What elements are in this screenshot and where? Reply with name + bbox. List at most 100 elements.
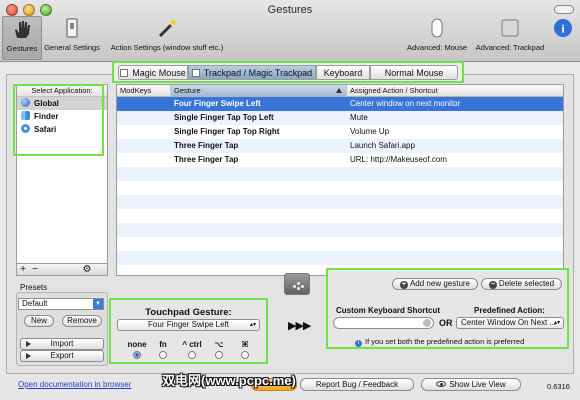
export-label: Export xyxy=(50,351,74,360)
empty-row xyxy=(117,167,563,181)
cell-action: Launch Safari.app xyxy=(350,141,415,150)
tab-keyboard[interactable]: Keyboard xyxy=(316,65,370,80)
toolbar-trackpad-label: Advanced: Trackpad xyxy=(475,43,545,52)
modifier-ctrl[interactable]: ^ ctrl xyxy=(175,340,209,359)
gear-icon[interactable]: ⚙ xyxy=(81,264,93,275)
column-header-action[interactable]: Assigned Action / Shortcut xyxy=(347,85,563,97)
toolbar-gestures-label: Gestures xyxy=(6,44,38,53)
table-row[interactable]: Four Finger Swipe Left Center window on … xyxy=(117,97,563,111)
tab-trackpad[interactable]: Trackpad / Magic Trackpad xyxy=(188,65,316,80)
presets-title: Presets xyxy=(20,283,48,292)
modifier-option[interactable]: ⌥ xyxy=(207,340,231,359)
toolbar-general-label: General Settings xyxy=(44,43,100,52)
table-row[interactable]: Three Finger Tap Launch Safari.app xyxy=(117,139,563,153)
gesture-table[interactable]: ModKeys Gesture Assigned Action / Shortc… xyxy=(116,84,564,276)
switch-icon xyxy=(61,17,83,39)
modifier-none[interactable]: none xyxy=(125,340,149,359)
modifier-label: ⌥ xyxy=(214,340,224,349)
disclosure-triangle-icon xyxy=(26,341,31,347)
export-button[interactable]: Export xyxy=(20,350,104,362)
modifier-label: fn xyxy=(159,340,167,349)
predefined-action-value: Center Window On Next ... xyxy=(461,318,557,327)
radio-button[interactable] xyxy=(215,351,223,359)
info-note: i If you set both the predefined action i… xyxy=(355,337,524,347)
info-icon: i xyxy=(355,340,362,347)
app-item-finder[interactable]: Finder xyxy=(17,110,107,123)
toolbar-general-settings[interactable]: General Settings xyxy=(40,17,104,57)
remove-app-button[interactable]: − xyxy=(29,264,41,275)
toolbar-advanced-trackpad[interactable]: Advanced: Trackpad xyxy=(471,17,549,57)
empty-row xyxy=(117,237,563,251)
tab-label: Trackpad / Magic Trackpad xyxy=(203,68,313,78)
preset-selected-value: Default xyxy=(22,299,48,308)
table-row[interactable]: Single Finger Tap Top Left Mute xyxy=(117,111,563,125)
column-header-modkeys[interactable]: ModKeys xyxy=(117,85,171,97)
clear-field-icon[interactable] xyxy=(423,319,431,327)
cell-gesture: Four Finger Swipe Left xyxy=(174,99,261,108)
import-label: Import xyxy=(50,339,74,348)
empty-row xyxy=(117,181,563,195)
cell-gesture: Three Finger Tap xyxy=(174,155,239,164)
updown-arrows-icon: ▴▾ xyxy=(553,320,560,326)
touchpad-gesture-select[interactable]: Four Finger Swipe Left ▴▾ xyxy=(117,319,260,331)
tab-normal-mouse[interactable]: Normal Mouse xyxy=(370,65,458,80)
cell-gesture: Single Finger Tap Top Left xyxy=(174,113,274,122)
app-item-safari[interactable]: Safari xyxy=(17,123,107,136)
delete-selected-label: Delete selected xyxy=(498,279,555,288)
new-preset-button[interactable]: New xyxy=(24,315,54,327)
checkbox-icon xyxy=(120,69,129,77)
device-tabs: Magic Mouse Trackpad / Magic Trackpad Ke… xyxy=(112,61,464,83)
cell-gesture: Three Finger Tap xyxy=(174,141,239,150)
radio-button[interactable] xyxy=(241,351,249,359)
cell-action: Volume Up xyxy=(350,127,390,136)
predefined-action-select[interactable]: Center Window On Next ... ▴▾ xyxy=(456,317,564,329)
touchpad-gesture-value: Four Finger Swipe Left xyxy=(148,320,229,329)
radio-button[interactable] xyxy=(133,351,141,359)
radio-button[interactable] xyxy=(159,351,167,359)
toolbar-info[interactable]: i xyxy=(552,17,574,57)
modifier-fn[interactable]: fn xyxy=(151,340,175,359)
toolbar-toggle-button[interactable] xyxy=(554,5,574,14)
report-bug-label: Report Bug / Feedback xyxy=(315,380,399,389)
info-icon: i xyxy=(552,17,574,39)
tab-magic-mouse[interactable]: Magic Mouse xyxy=(118,65,188,80)
toolbar-advanced-mouse[interactable]: Advanced: Mouse xyxy=(403,17,471,57)
application-list-footer: + − ⚙ xyxy=(16,263,108,276)
app-item-label: Finder xyxy=(34,112,59,121)
empty-row xyxy=(117,251,563,265)
tab-label: Magic Mouse xyxy=(132,68,186,78)
delete-selected-button[interactable]: − Delete selected xyxy=(481,278,562,290)
documentation-link[interactable]: Open documentation in browser xyxy=(18,380,131,389)
application-list[interactable]: Select Application: Global Finder Safari xyxy=(16,84,108,276)
modifier-label: ^ ctrl xyxy=(182,340,202,349)
custom-shortcut-label: Custom Keyboard Shortcut xyxy=(336,306,441,315)
empty-row xyxy=(117,195,563,209)
sort-ascending-icon xyxy=(336,88,342,93)
minus-icon: − xyxy=(488,281,497,289)
preset-select[interactable]: Default ▼ xyxy=(18,298,104,310)
modifier-label: ⌘ xyxy=(241,340,249,349)
toolbar-gestures[interactable]: Gestures xyxy=(2,16,42,60)
add-gesture-label: Add new gesture xyxy=(409,279,471,288)
column-header-gesture[interactable]: Gesture xyxy=(171,85,347,97)
report-bug-button[interactable]: Report Bug / Feedback xyxy=(300,378,414,391)
remove-preset-button[interactable]: Remove xyxy=(62,315,102,327)
table-row[interactable]: Single Finger Tap Top Right Volume Up xyxy=(117,125,563,139)
radio-button[interactable] xyxy=(188,351,196,359)
toolbar-mouse-label: Advanced: Mouse xyxy=(406,43,468,52)
app-item-label: Safari xyxy=(34,125,57,134)
import-button[interactable]: Import xyxy=(20,338,104,350)
app-item-global[interactable]: Global xyxy=(17,97,107,110)
donate-button[interactable]: Donate xyxy=(251,378,297,391)
table-row[interactable]: Three Finger Tap URL: http://Makeuseof.c… xyxy=(117,153,563,167)
show-live-view-button[interactable]: Show Live View xyxy=(421,378,521,391)
draw-gesture-button[interactable] xyxy=(284,273,310,295)
add-gesture-button[interactable]: + Add new gesture xyxy=(392,278,478,290)
modifier-command[interactable]: ⌘ xyxy=(233,340,257,359)
tab-label: Keyboard xyxy=(323,68,363,78)
toolbar-action-settings[interactable]: Action Settings (window stuff etc.) xyxy=(104,17,230,57)
disclosure-triangle-icon xyxy=(26,353,31,359)
add-app-button[interactable]: + xyxy=(17,264,29,275)
shortcut-input[interactable] xyxy=(333,317,434,329)
cell-action: URL: http://Makeuseof.com xyxy=(350,155,447,164)
